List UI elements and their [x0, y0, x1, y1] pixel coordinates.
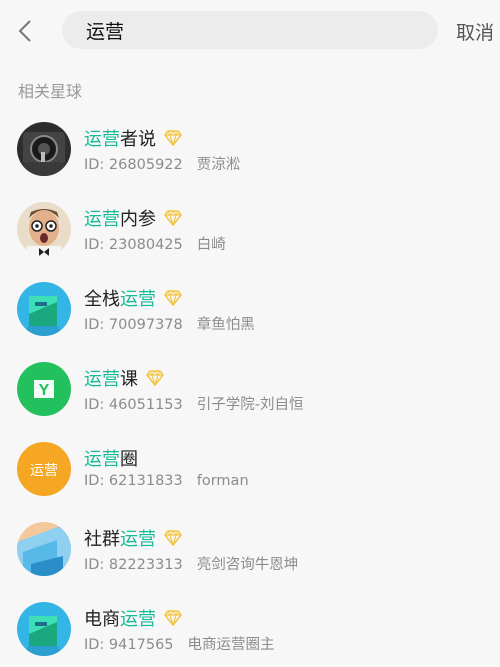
item-meta: ID: 23080425 白崎: [84, 233, 226, 254]
list-item[interactable]: Y 运营课 ID: 46051153 引子学院-刘自恒: [0, 338, 500, 418]
item-meta: ID: 82223313 亮剑咨询牛恩坤: [84, 553, 298, 574]
item-title: 运营 者说: [84, 125, 182, 151]
title-suffix: 者说: [120, 129, 156, 150]
item-title: 社群 运营: [84, 525, 182, 551]
result-list: 运营 者说 ID: 26805922 贾涼淞 运营 内参 ID: 23080425 白崎 全栈运…: [0, 98, 500, 658]
item-meta: ID: 62131833 forman: [84, 473, 249, 489]
title-highlight: 运营: [120, 529, 156, 550]
item-title: 全栈 运营: [84, 285, 182, 311]
item-id: ID: 62131833: [84, 473, 183, 489]
cancel-button[interactable]: 取消: [456, 18, 494, 45]
list-item[interactable]: 电商 运营 ID: 9417565 电商运营圈主: [0, 578, 500, 658]
avatar: [17, 522, 71, 576]
back-button[interactable]: [14, 17, 36, 45]
avatar: [17, 122, 71, 176]
item-owner: 电商运营圈主: [187, 637, 275, 653]
item-meta: ID: 46051153 引子学院-刘自恒: [84, 393, 303, 414]
item-owner: 引子学院-刘自恒: [196, 397, 304, 413]
list-item[interactable]: 运营 运营圈 ID: 62131833 forman: [0, 418, 500, 498]
list-item[interactable]: 运营 者说 ID: 26805922 贾涼淞: [0, 98, 500, 178]
diamond-icon: [146, 370, 164, 388]
diamond-icon: [164, 210, 182, 228]
item-title: 电商 运营: [84, 605, 182, 631]
item-meta: ID: 9417565 电商运营圈主: [84, 633, 275, 654]
item-id: ID: 70097378: [84, 317, 183, 333]
diamond-icon: [164, 130, 182, 148]
avatar: Y: [17, 362, 71, 416]
item-id: ID: 26805922: [84, 157, 183, 173]
title-highlight: 运营: [84, 209, 120, 230]
list-item[interactable]: 全栈 运营 ID: 70097378 章鱼怕黑: [0, 258, 500, 338]
title-suffix: 内参: [120, 209, 156, 230]
avatar: 运营: [17, 442, 71, 496]
top-bar: 取消: [0, 0, 500, 62]
item-owner: 贾涼淞: [196, 157, 241, 173]
title-highlight: 运营: [84, 369, 120, 390]
title-suffix: 圈: [120, 449, 138, 470]
title-prefix: 全栈: [84, 289, 120, 310]
avatar: [17, 282, 71, 336]
title-suffix: 课: [120, 369, 138, 390]
item-owner: 亮剑咨询牛恩坤: [196, 557, 299, 573]
item-owner: 章鱼怕黑: [196, 317, 255, 333]
title-prefix: 电商: [84, 609, 120, 630]
item-owner: forman: [196, 473, 249, 489]
svg-text:Y: Y: [39, 382, 50, 399]
list-item[interactable]: 社群 运营 ID: 82223313 亮剑咨询牛恩坤: [0, 498, 500, 578]
item-title: 运营 内参: [84, 205, 182, 231]
title-prefix: 社群: [84, 529, 120, 550]
item-id: ID: 23080425: [84, 237, 183, 253]
title-highlight: 运营: [84, 449, 120, 470]
avatar: [17, 202, 71, 256]
item-owner: 白崎: [196, 237, 226, 253]
title-highlight: 运营: [120, 609, 156, 630]
item-meta: ID: 70097378 章鱼怕黑: [84, 313, 255, 334]
chevron-left-icon: [18, 20, 31, 42]
search-input[interactable]: [86, 19, 416, 41]
item-meta: ID: 26805922 贾涼淞: [84, 153, 240, 174]
item-id: ID: 46051153: [84, 397, 183, 413]
diamond-icon: [164, 290, 182, 308]
item-id: ID: 9417565: [84, 637, 174, 653]
title-highlight: 运营: [84, 129, 120, 150]
diamond-icon: [164, 610, 182, 628]
item-title: 运营课: [84, 365, 164, 391]
item-id: ID: 82223313: [84, 557, 183, 573]
avatar: [17, 602, 71, 656]
title-highlight: 运营: [120, 289, 156, 310]
avatar-text: 运营: [30, 463, 58, 479]
item-title: 运营圈: [84, 445, 138, 471]
diamond-icon: [164, 530, 182, 548]
list-item[interactable]: 运营 内参 ID: 23080425 白崎: [0, 178, 500, 258]
search-box[interactable]: [62, 11, 438, 49]
